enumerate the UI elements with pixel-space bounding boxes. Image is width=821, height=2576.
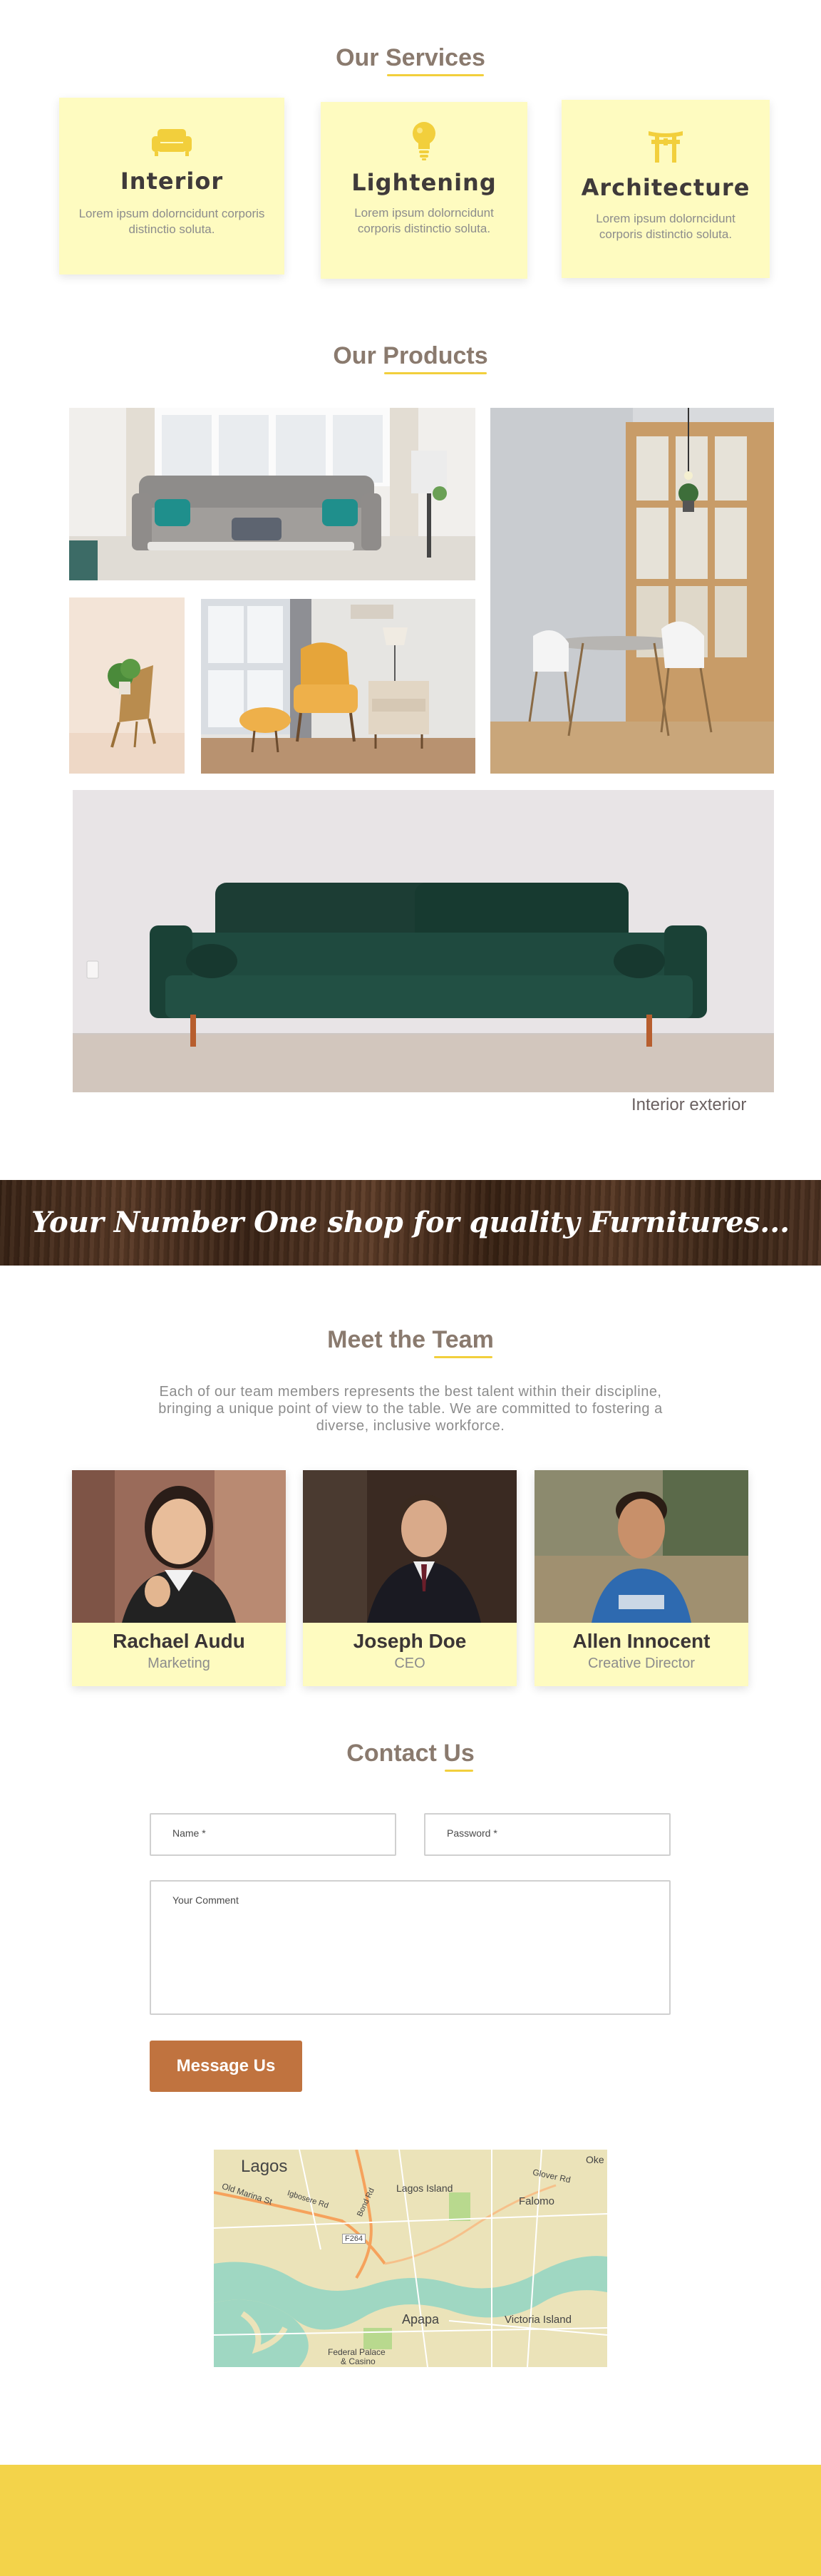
products-title-prefix: Our bbox=[333, 342, 383, 369]
map-label: Lagos bbox=[241, 2157, 288, 2176]
products-caption: Interior exterior bbox=[631, 1095, 747, 1114]
team-description: Each of our team members represents the … bbox=[158, 1384, 663, 1434]
avatar bbox=[535, 1470, 748, 1623]
member-name: Allen Innocent bbox=[572, 1630, 711, 1652]
location-map[interactable]: Lagos Oke Glover Rd Lagos Island Falomo … bbox=[214, 2150, 607, 2367]
team-card-joseph[interactable]: Joseph Doe CEO bbox=[303, 1470, 517, 1686]
member-name: Rachael Audu bbox=[113, 1630, 245, 1652]
product-image-dining[interactable] bbox=[490, 408, 774, 774]
service-card-lightening: Lightening Lorem ipsum dolorncidunt corp… bbox=[321, 102, 527, 279]
service-desc: Lorem ipsum dolorncidunt corporis distin… bbox=[354, 206, 494, 235]
contact-title-highlight: Us bbox=[443, 1740, 475, 1772]
promo-banner: Your Number One shop for quality Furnitu… bbox=[0, 1180, 821, 1266]
lightbulb-icon bbox=[321, 120, 527, 160]
map-label: Falomo bbox=[519, 2195, 555, 2207]
member-role: Creative Director bbox=[587, 1656, 696, 1671]
service-desc: Lorem ipsum dolorncidunt corporis distin… bbox=[78, 207, 265, 236]
map-label: Lagos Island bbox=[396, 2182, 453, 2194]
comment-placeholder: Your Comment bbox=[172, 1894, 239, 1906]
service-name: Interior bbox=[120, 168, 224, 195]
team-title-highlight: Team bbox=[432, 1326, 494, 1358]
member-role: CEO bbox=[394, 1656, 425, 1671]
product-image-green-sofa[interactable] bbox=[73, 790, 774, 1092]
map-label: Apapa bbox=[402, 2312, 440, 2326]
member-role: Marketing bbox=[148, 1656, 210, 1671]
message-us-button[interactable]: Message Us bbox=[150, 2041, 302, 2092]
banner-text: Your Number One shop for quality Furnitu… bbox=[31, 1206, 790, 1239]
service-card-interior: Interior Lorem ipsum dolorncidunt corpor… bbox=[59, 98, 284, 274]
map-label: F264 bbox=[342, 2234, 366, 2244]
team-card-rachael[interactable]: Rachael Audu Marketing bbox=[72, 1470, 286, 1686]
products-title-highlight: Products bbox=[383, 342, 488, 374]
services-title-highlight: Services bbox=[386, 44, 485, 76]
service-desc: Lorem ipsum dolorncidunt corporis distin… bbox=[596, 212, 735, 241]
service-name: Architecture bbox=[581, 174, 750, 201]
name-field[interactable]: Name * bbox=[150, 1813, 396, 1856]
service-name: Lightening bbox=[351, 169, 497, 196]
team-title-prefix: Meet the bbox=[327, 1326, 433, 1353]
product-image-armchair[interactable] bbox=[201, 599, 475, 774]
team-title: Meet the Team bbox=[0, 1326, 821, 1358]
products-title: Our Products bbox=[0, 342, 821, 374]
footer bbox=[0, 2465, 821, 2576]
member-name: Joseph Doe bbox=[353, 1630, 467, 1652]
comment-textarea[interactable]: Your Comment bbox=[150, 1880, 671, 2015]
contact-title-prefix: Contact bbox=[346, 1740, 444, 1767]
map-label: Federal Palace bbox=[328, 2347, 386, 2357]
map-label: & Casino bbox=[341, 2356, 376, 2366]
torii-gate-icon bbox=[562, 128, 770, 163]
avatar bbox=[72, 1470, 286, 1623]
password-field[interactable]: Password * bbox=[424, 1813, 671, 1856]
avatar bbox=[303, 1470, 517, 1623]
product-image-living-room[interactable] bbox=[69, 408, 475, 580]
contact-title: Contact Us bbox=[0, 1740, 821, 1772]
services-title-prefix: Our bbox=[336, 44, 386, 71]
service-card-architecture: Architecture Lorem ipsum dolorncidunt co… bbox=[562, 100, 770, 278]
map-label: Oke bbox=[586, 2154, 604, 2165]
product-image-rattan-chair[interactable] bbox=[69, 597, 185, 774]
password-placeholder: Password * bbox=[447, 1827, 497, 1839]
sofa-icon bbox=[59, 126, 284, 158]
name-placeholder: Name * bbox=[172, 1827, 206, 1839]
map-label: Victoria Island bbox=[505, 2314, 572, 2326]
services-title: Our Services bbox=[0, 44, 821, 76]
team-card-allen[interactable]: Allen Innocent Creative Director bbox=[535, 1470, 748, 1686]
